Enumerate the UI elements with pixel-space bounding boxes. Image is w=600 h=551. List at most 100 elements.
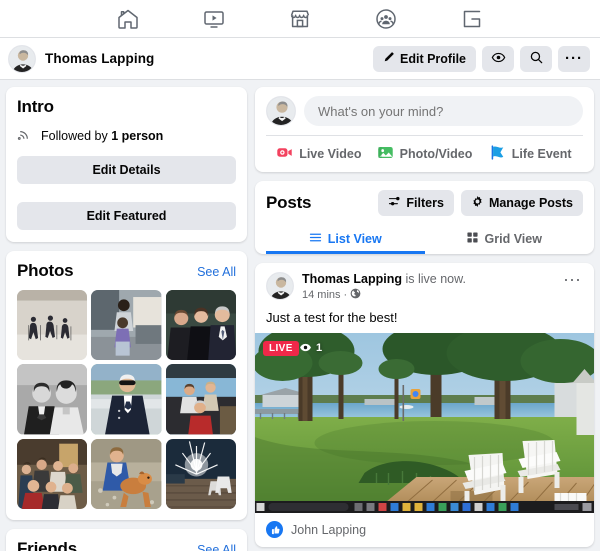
photo-thumbnail[interactable]: [17, 364, 88, 435]
pencil-icon: [383, 51, 395, 66]
followed-by-text: Followed by 1 person: [41, 128, 164, 143]
photo-video-label: Photo/Video: [399, 147, 473, 161]
live-video-label: Live Video: [299, 147, 362, 161]
edit-profile-label: Edit Profile: [400, 51, 466, 66]
profile-bar: Thomas Lapping Edit Profile ···: [0, 38, 600, 80]
tab-grid-view-label: Grid View: [484, 231, 542, 246]
photo-thumbnail[interactable]: [165, 364, 236, 435]
profile-bar-actions: Edit Profile ···: [373, 45, 590, 72]
like-icon[interactable]: [266, 521, 283, 538]
photo-thumbnail[interactable]: [17, 438, 88, 510]
manage-posts-label: Manage Posts: [488, 196, 573, 210]
groups-icon[interactable]: [373, 6, 399, 32]
viewer-count-value: 1: [316, 341, 323, 354]
posts-header-buttons: Filters Manage Posts: [378, 190, 583, 216]
posts-title: Posts: [266, 193, 312, 212]
view-as-button[interactable]: [482, 45, 514, 72]
post-timestamp-row: 14 mins ·: [302, 288, 561, 302]
post-reactions: John Lapping: [255, 513, 594, 547]
video-icon[interactable]: [201, 6, 227, 32]
photos-card: Photos See All: [6, 251, 247, 521]
post-meta: Thomas Lapping is live now. 14 mins ·: [302, 272, 561, 302]
gaming-icon[interactable]: [459, 6, 485, 32]
manage-posts-button[interactable]: Manage Posts: [460, 190, 583, 216]
followed-by-row: Followed by 1 person: [17, 126, 236, 145]
tab-grid-view[interactable]: Grid View: [425, 226, 584, 254]
photo-video-icon: [377, 144, 394, 164]
post-author-name[interactable]: Thomas Lapping: [302, 272, 402, 286]
photos-grid: [17, 290, 236, 510]
search-button[interactable]: [520, 45, 552, 72]
intro-title: Intro: [17, 97, 54, 116]
friends-card: Friends See All: [6, 529, 247, 551]
eye-icon: [491, 50, 506, 68]
photo-video-button[interactable]: Photo/Video: [372, 144, 478, 164]
life-event-label: Life Event: [511, 147, 572, 161]
post-author-avatar[interactable]: [266, 272, 294, 300]
intro-card: Intro Followed by 1 person Edit Details …: [6, 87, 247, 242]
facebook-profile-page: Thomas Lapping Edit Profile ··· Intro Fo…: [0, 0, 600, 551]
photos-see-all-link[interactable]: See All: [197, 265, 236, 279]
list-view-icon: [309, 231, 322, 247]
post-timestamp[interactable]: 14 mins: [302, 289, 341, 301]
page-body: Intro Followed by 1 person Edit Details …: [0, 80, 600, 551]
photo-thumbnail[interactable]: [17, 290, 88, 361]
post-header: Thomas Lapping is live now. 14 mins · ··…: [255, 263, 594, 302]
rss-icon: [17, 126, 33, 145]
posts-header-card: Posts Filters Manage Posts List View Gri…: [255, 181, 594, 254]
live-badge: LIVE: [263, 341, 299, 356]
top-navigation-bar: [0, 0, 600, 38]
post-author-line: Thomas Lapping is live now.: [302, 272, 561, 287]
post-menu-button[interactable]: ···: [561, 270, 583, 288]
viewer-count: 1: [299, 341, 322, 354]
avatar[interactable]: [8, 44, 36, 73]
photo-thumbnail[interactable]: [165, 438, 236, 510]
post-media[interactable]: LIVE 1: [255, 333, 594, 513]
edit-profile-button[interactable]: Edit Profile: [373, 45, 476, 72]
left-sidebar: Intro Followed by 1 person Edit Details …: [6, 87, 247, 551]
home-icon[interactable]: [115, 6, 141, 32]
page-title: Thomas Lapping: [45, 51, 155, 66]
friends-see-all-link[interactable]: See All: [197, 543, 236, 551]
photos-header: Photos See All: [17, 261, 236, 281]
composer-actions: Live Video Photo/Video Life Event: [266, 136, 583, 172]
filters-icon: [388, 195, 401, 211]
marketplace-icon[interactable]: [287, 6, 313, 32]
post-card: Thomas Lapping is live now. 14 mins · ··…: [255, 263, 594, 547]
reaction-author-name[interactable]: John Lapping: [291, 523, 366, 537]
more-options-button[interactable]: ···: [558, 45, 590, 72]
gear-icon: [471, 195, 484, 211]
tab-list-view-label: List View: [327, 231, 382, 246]
post-composer-card: Live Video Photo/Video: [255, 87, 594, 172]
life-event-button[interactable]: Life Event: [477, 144, 583, 164]
posts-header-row: Posts Filters Manage Posts: [266, 190, 583, 216]
globe-icon[interactable]: [350, 288, 361, 302]
ellipsis-icon: ···: [565, 49, 583, 67]
photo-thumbnail[interactable]: [91, 290, 162, 361]
post-status: is live now.: [402, 272, 466, 286]
posts-view-tabs: List View Grid View: [266, 226, 583, 254]
edit-details-button[interactable]: Edit Details: [17, 156, 236, 184]
eye-icon: [299, 341, 312, 354]
friends-title: Friends: [17, 539, 78, 551]
composer-avatar[interactable]: [266, 96, 296, 126]
post-text: Just a test for the best!: [266, 310, 398, 325]
main-content: Live Video Photo/Video: [255, 87, 594, 551]
post-separator: ·: [343, 289, 348, 301]
followed-count: 1 person: [111, 128, 164, 143]
life-event-icon: [489, 144, 506, 164]
grid-view-icon: [466, 231, 479, 247]
photo-thumbnail[interactable]: [165, 290, 236, 361]
composer-input[interactable]: [304, 96, 583, 126]
friends-header: Friends See All: [17, 539, 236, 551]
composer-top-row: [266, 96, 583, 126]
filters-button[interactable]: Filters: [378, 190, 454, 216]
search-icon: [529, 50, 544, 68]
live-video-button[interactable]: Live Video: [266, 144, 372, 164]
tab-list-view[interactable]: List View: [266, 226, 425, 254]
live-video-icon: [276, 144, 293, 164]
photos-title: Photos: [17, 261, 74, 280]
edit-featured-button[interactable]: Edit Featured: [17, 202, 236, 230]
photo-thumbnail[interactable]: [91, 438, 162, 510]
photo-thumbnail[interactable]: [91, 364, 162, 435]
